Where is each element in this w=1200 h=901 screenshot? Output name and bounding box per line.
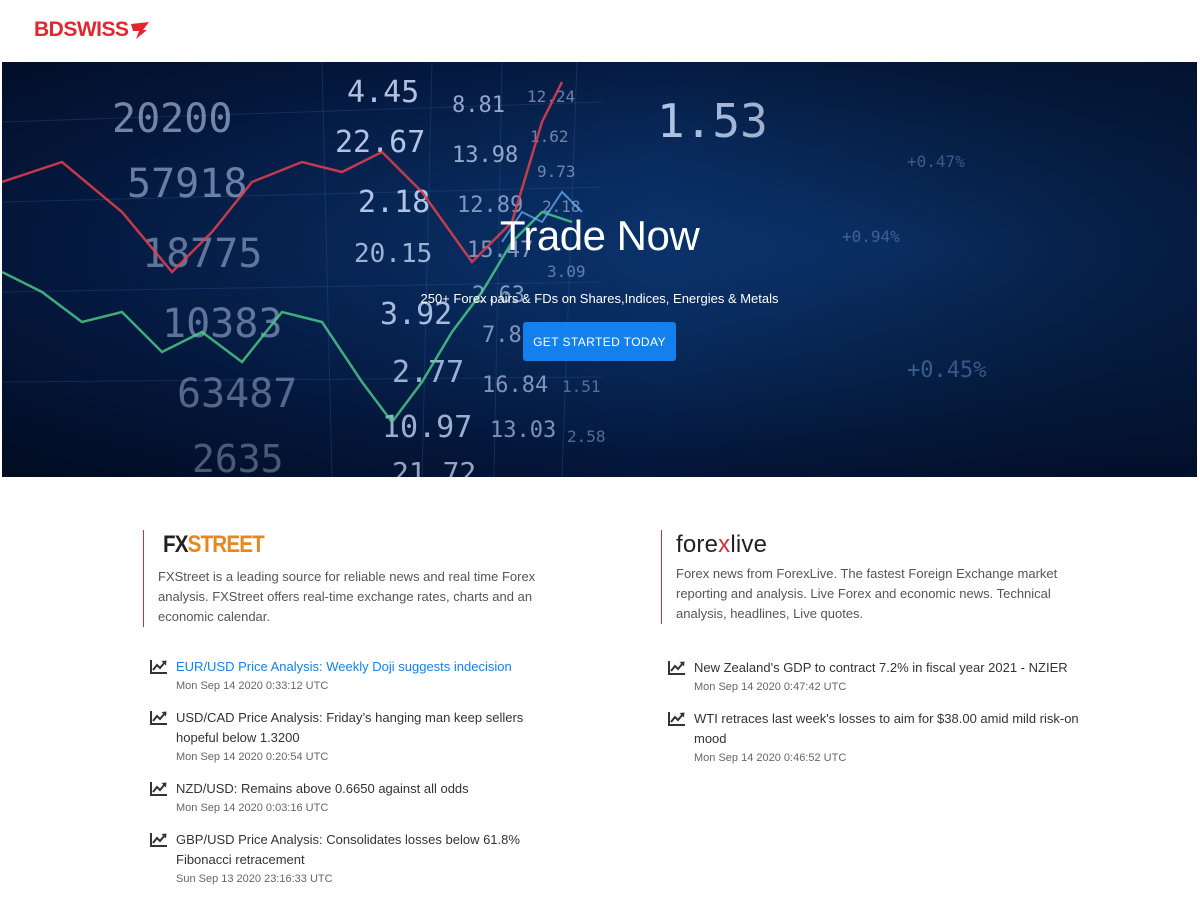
forexlive-news-list: New Zealand's GDP to contract 7.2% in fi… xyxy=(668,658,1088,767)
fxstreet-news-list: EUR/USD Price Analysis: Weekly Doji sugg… xyxy=(150,657,550,888)
news-item-date: Mon Sep 14 2020 0:20:54 UTC xyxy=(176,751,329,763)
news-item-date: Mon Sep 14 2020 0:03:16 UTC xyxy=(176,802,329,814)
forexlive-section: forexlive Forex news from ForexLive. The… xyxy=(661,530,1091,780)
trending-up-icon xyxy=(668,661,685,675)
forexlive-description: Forex news from ForexLive. The fastest F… xyxy=(676,566,1058,621)
get-started-button[interactable]: GET STARTED TODAY xyxy=(523,322,676,361)
news-item: EUR/USD Price Analysis: Weekly Doji sugg… xyxy=(150,657,550,695)
news-item-date: Mon Sep 14 2020 0:47:42 UTC xyxy=(694,681,847,693)
trending-up-icon xyxy=(150,660,167,674)
news-item: NZD/USD: Remains above 0.6650 against al… xyxy=(150,779,550,817)
news-item: New Zealand's GDP to contract 7.2% in fi… xyxy=(668,658,1088,696)
news-item-title[interactable]: GBP/USD Price Analysis: Consolidates los… xyxy=(176,830,550,870)
bdswiss-logo[interactable]: BDSWISS xyxy=(34,18,150,42)
news-item: USD/CAD Price Analysis: Friday’s hanging… xyxy=(150,708,550,766)
hero-subtitle: 250+ Forex pairs & FDs on Shares,Indices… xyxy=(420,291,779,306)
trending-up-icon xyxy=(150,782,167,796)
trending-up-icon xyxy=(150,833,167,847)
fxstreet-description: FXStreet is a leading source for reliabl… xyxy=(158,569,536,624)
news-item-date: Mon Sep 14 2020 0:46:52 UTC xyxy=(694,752,847,764)
forexlive-logo-live: live xyxy=(730,531,768,558)
forexlive-header: forexlive Forex news from ForexLive. The… xyxy=(661,530,1091,624)
news-item-title[interactable]: USD/CAD Price Analysis: Friday’s hanging… xyxy=(176,708,550,748)
fxstreet-logo-street: STREET xyxy=(187,531,265,558)
news-item-date: Mon Sep 14 2020 0:33:12 UTC xyxy=(176,680,329,692)
fxstreet-logo-fx: FX xyxy=(163,531,189,558)
news-item: WTI retraces last week's losses to aim f… xyxy=(668,709,1088,767)
news-item-title[interactable]: NZD/USD: Remains above 0.6650 against al… xyxy=(176,779,550,799)
fxstreet-header: FXSTREET FXStreet is a leading source fo… xyxy=(143,530,553,627)
hero-title: Trade Now xyxy=(499,212,700,259)
news-item-title[interactable]: WTI retraces last week's losses to aim f… xyxy=(694,709,1088,749)
news-item-title[interactable]: EUR/USD Price Analysis: Weekly Doji sugg… xyxy=(176,657,550,677)
logo-arrow-icon xyxy=(130,22,149,39)
forexlive-logo-x: x xyxy=(718,531,731,558)
trending-up-icon xyxy=(150,711,167,725)
top-bar: BDSWISS xyxy=(0,0,1200,62)
forexlive-logo[interactable]: forexlive xyxy=(676,530,1091,560)
forexlive-logo-fore: fore xyxy=(676,531,719,558)
trending-up-icon xyxy=(668,712,685,726)
hero-banner: 202005791818775103836348726354.4522.672.… xyxy=(2,62,1197,477)
news-item: GBP/USD Price Analysis: Consolidates los… xyxy=(150,830,550,888)
fxstreet-section: FXSTREET FXStreet is a leading source fo… xyxy=(143,530,553,901)
fxstreet-logo[interactable]: FXSTREET xyxy=(163,530,265,560)
news-item-title[interactable]: New Zealand's GDP to contract 7.2% in fi… xyxy=(694,658,1088,678)
news-item-date: Sun Sep 13 2020 23:16:33 UTC xyxy=(176,873,333,885)
logo-text: BDSWISS xyxy=(34,18,129,41)
